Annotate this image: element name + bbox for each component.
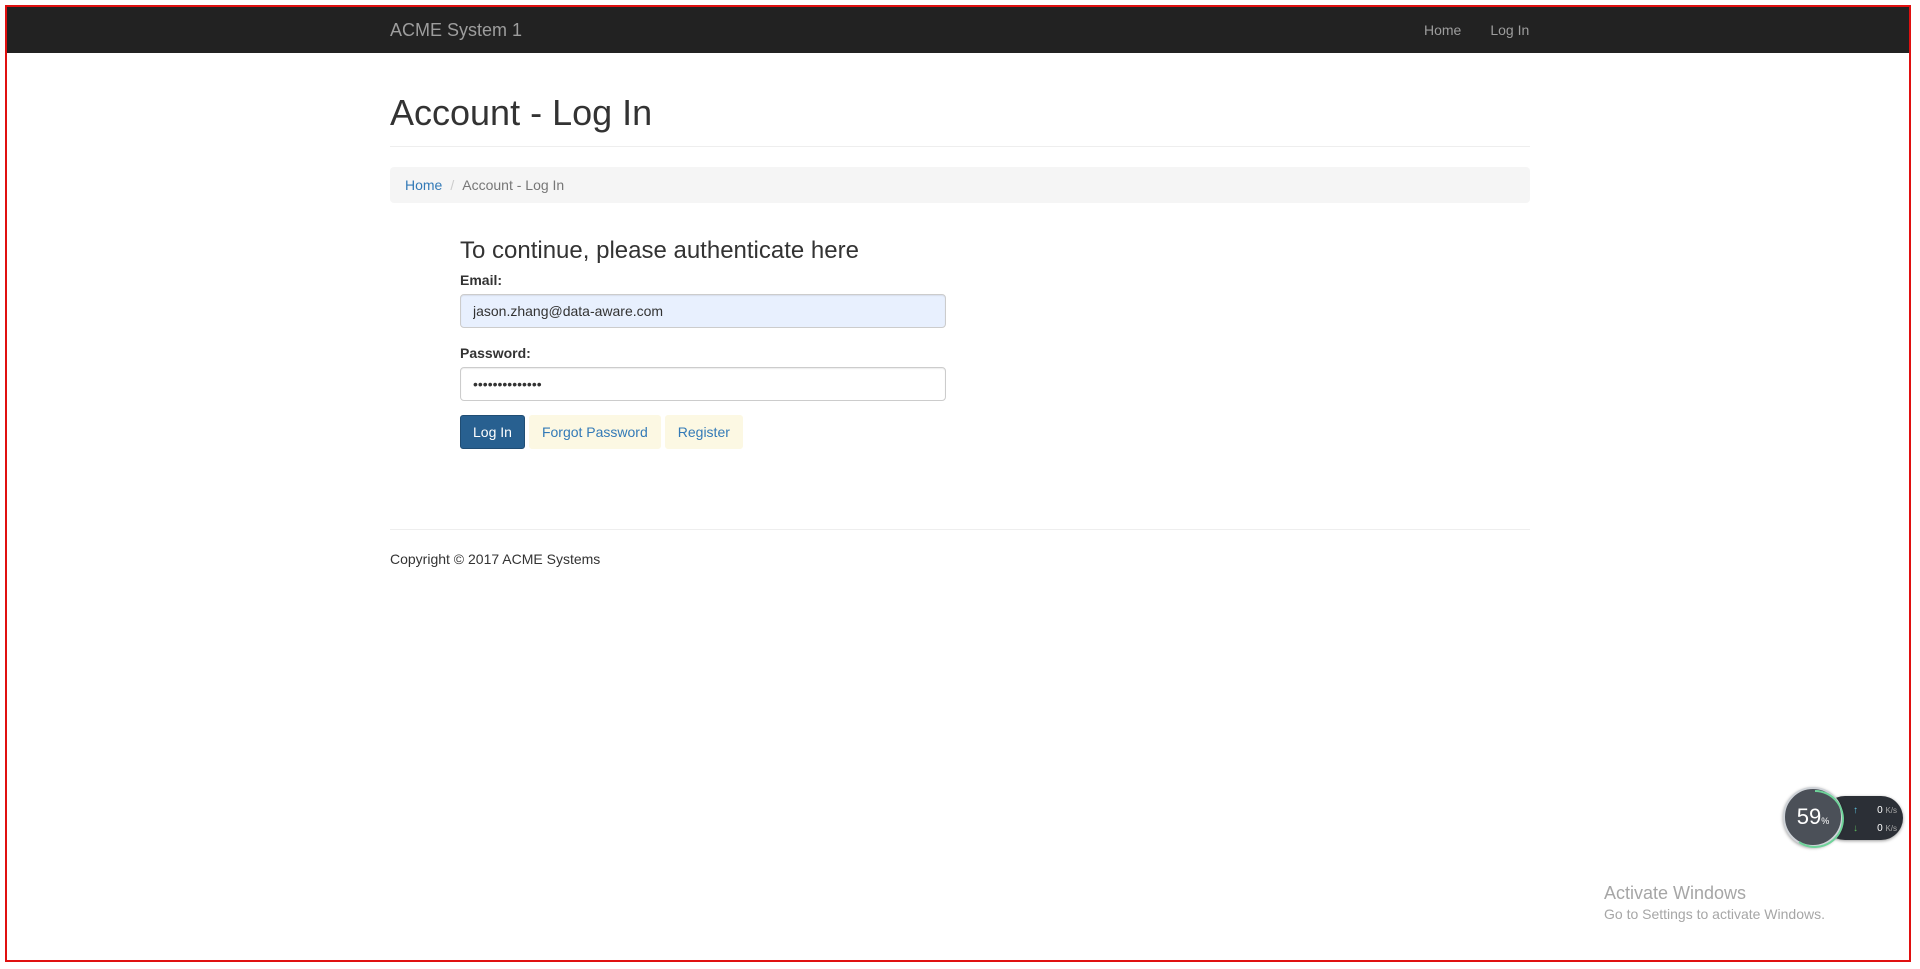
login-form: To continue, please authenticate here Em… [460, 237, 946, 449]
upload-arrow-icon: ↑ [1853, 805, 1858, 816]
form-actions: Log In Forgot Password Register [460, 415, 946, 449]
breadcrumb: Home / Account - Log In [390, 167, 1530, 203]
nav-home-link[interactable]: Home [1424, 21, 1461, 39]
footer: Copyright © 2017 ACME Systems [390, 529, 1530, 567]
page-title: Account - Log In [390, 92, 653, 133]
brand-link[interactable]: ACME System 1 [390, 17, 522, 43]
password-label: Password: [460, 345, 531, 361]
download-speed-row: ↓ 0 K/s [1853, 823, 1897, 834]
main-container: Account - Log In Home / Account - Log In… [390, 53, 1530, 567]
activate-windows-title: Activate Windows [1604, 883, 1747, 903]
login-button[interactable]: Log In [460, 415, 525, 449]
forgot-password-button[interactable]: Forgot Password [528, 415, 661, 449]
email-label: Email: [460, 272, 503, 288]
breadcrumb-current: Account - Log In [462, 177, 565, 193]
upload-speed-value: 0 [1877, 805, 1883, 816]
download-arrow-icon: ↓ [1853, 823, 1858, 834]
login-heading: To continue, please authenticate here [460, 237, 859, 264]
upload-speed-unit: K/s [1885, 806, 1897, 815]
page-header: Account - Log In [390, 93, 1530, 147]
copyright-text: Copyright © 2017 ACME Systems [390, 551, 601, 567]
usage-arc-icon [1798, 790, 1844, 848]
nav-links: Home Log In [1424, 21, 1529, 39]
activate-windows-watermark: Activate Windows Go to Settings to activ… [1604, 882, 1825, 924]
activate-windows-subtitle: Go to Settings to activate Windows. [1604, 906, 1825, 922]
email-field[interactable] [460, 294, 946, 328]
download-speed-value: 0 [1877, 823, 1883, 834]
breadcrumb-separator: / [450, 177, 455, 193]
usage-gauge: 59% [1783, 787, 1844, 848]
upload-speed-row: ↑ 0 K/s [1853, 805, 1897, 816]
download-speed-unit: K/s [1885, 824, 1897, 833]
breadcrumb-home-link[interactable]: Home [405, 177, 442, 193]
nav-login-link[interactable]: Log In [1490, 21, 1529, 39]
screenshot-frame: ACME System 1 Home Log In Account - Log … [5, 5, 1911, 962]
register-button[interactable]: Register [664, 415, 743, 449]
network-speed-widget[interactable]: ↑ 0 K/s ↓ 0 K/s 59% [1783, 787, 1905, 849]
password-field[interactable] [460, 367, 946, 401]
top-navbar: ACME System 1 Home Log In [7, 7, 1909, 53]
